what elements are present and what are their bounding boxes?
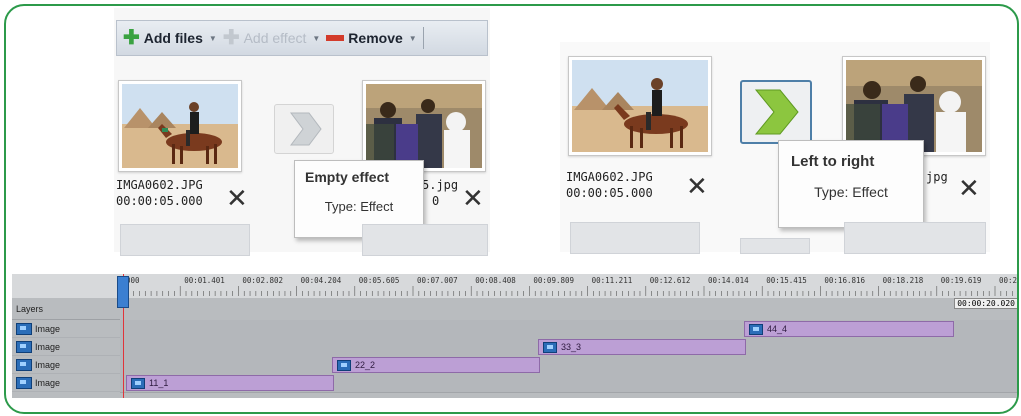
ruler-ticks: 000 00:01.401 00:02.802 00:04.204 00:05.605 0… (121, 276, 1019, 296)
image-icon (749, 323, 763, 335)
close-icon[interactable]: ✕ (226, 186, 248, 212)
file-name: IMGA0602.JPG (116, 178, 203, 192)
plus-icon: ✚ (222, 27, 240, 49)
tick-label: 00:05.605 (359, 276, 400, 285)
layer-label: Image (35, 341, 61, 352)
horse-rider-photo (122, 84, 238, 168)
figure-frame: ✚ Add files ▼ ✚ Add effect ▼ Remove ▼ IM… (4, 4, 1019, 414)
clip-label: 33_3 (561, 342, 582, 352)
photo-thumbnail[interactable] (118, 80, 242, 172)
plus-icon: ✚ (123, 27, 140, 49)
timeline-clip[interactable]: 44_4 (744, 321, 954, 337)
tick-label: 00:09.809 (533, 276, 574, 285)
close-icon[interactable]: ✕ (686, 174, 708, 200)
minus-icon (326, 35, 345, 41)
image-icon (131, 377, 145, 389)
tick-label: 00:16.816 (824, 276, 865, 285)
close-icon[interactable]: ✕ (958, 176, 980, 202)
tick-label: 00:11.211 (592, 276, 633, 285)
layers-header: Layers (12, 298, 120, 320)
layer-label: Image (35, 377, 61, 388)
layer-track[interactable]: 22_2 (120, 356, 1017, 375)
end-time-label: 00:00:20.020 (954, 298, 1017, 309)
file-duration: 00:00:05.000 (116, 194, 203, 208)
toolbar: ✚ Add files ▼ ✚ Add effect ▼ Remove ▼ (116, 20, 488, 56)
image-icon (16, 340, 32, 353)
remove-label: Remove (348, 30, 403, 46)
photo-thumbnail-2[interactable] (362, 80, 486, 172)
placeholder-slot (570, 222, 700, 254)
layer-row-header[interactable]: Image (12, 320, 120, 338)
image-icon (543, 341, 557, 353)
file-name-partial: 5.jpg (422, 178, 459, 192)
tick-label: 00:15.415 (766, 276, 807, 285)
add-files-button[interactable]: ✚ Add files ▼ (123, 27, 217, 49)
chevron-down-icon[interactable]: ▼ (312, 34, 320, 43)
tick-label: 00:19.619 (941, 276, 982, 285)
close-icon[interactable]: ✕ (462, 186, 484, 212)
layer-row-header[interactable]: Image (12, 338, 120, 356)
group-photo (366, 84, 482, 168)
right-panel: IMGA0602.JPG 00:00:05.000 ✕ jpg ✕ Left t… (560, 42, 990, 254)
layer-track[interactable]: 44_4 (120, 320, 1017, 339)
image-icon (16, 358, 32, 371)
layer-label: Image (35, 359, 61, 370)
photo-thumbnail[interactable] (568, 56, 712, 156)
effect-tooltip: Left to right Type: Effect (778, 140, 924, 228)
image-icon (337, 359, 351, 371)
clip-label: 11_1 (149, 378, 169, 388)
left-panel: ✚ Add files ▼ ✚ Add effect ▼ Remove ▼ IM… (114, 8, 490, 256)
group-photo (846, 60, 982, 152)
placeholder-slot (740, 238, 810, 254)
placeholder-slot (844, 222, 986, 254)
tick-label: 00:01.401 (184, 276, 225, 285)
effect-slot[interactable] (274, 104, 334, 154)
timeline-clip[interactable]: 33_3 (538, 339, 746, 355)
placeholder-slot (362, 224, 488, 256)
layer-row-header[interactable]: Image (12, 374, 120, 392)
chevron-right-icon (290, 112, 322, 146)
file-duration: 00:00:05.000 (566, 186, 653, 200)
tick-label: 00:12.612 (650, 276, 691, 285)
tick-label: 00:07.007 (417, 276, 458, 285)
tick-label: 00:18.218 (883, 276, 924, 285)
tick-label: 00:04.204 (301, 276, 342, 285)
tooltip-type: Type: Effect (324, 199, 394, 214)
timeline-clip[interactable]: 22_2 (332, 357, 540, 373)
tick-label: 00:14.014 (708, 276, 749, 285)
playhead-handle[interactable] (117, 276, 129, 308)
timeline-clip[interactable]: 11_1 (126, 375, 334, 391)
horse-rider-photo (572, 60, 708, 152)
layer-row-header[interactable]: Image (12, 356, 120, 374)
tooltip-title: Left to right (791, 153, 875, 170)
toolbar-divider (422, 27, 424, 49)
add-files-label: Add files (143, 30, 203, 46)
tooltip-type: Type: Effect (814, 184, 888, 200)
clip-label: 22_2 (355, 360, 376, 370)
tooltip-title: Empty effect (305, 169, 390, 185)
layers-label: Layers (16, 303, 44, 314)
time-ruler[interactable]: 000 00:01.401 00:02.802 00:04.204 00:05.605 0… (12, 274, 1019, 298)
chevron-down-icon[interactable]: ▼ (409, 34, 417, 43)
layer-track[interactable]: 11_1 (120, 374, 1017, 393)
timeline: 000 00:01.401 00:02.802 00:04.204 00:05.605 0… (12, 274, 1019, 398)
tick-label: 00:02.802 (242, 276, 283, 285)
chevron-down-icon[interactable]: ▼ (209, 34, 217, 43)
add-effect-button[interactable]: ✚ Add effect ▼ (222, 27, 320, 49)
file-duration-partial: 0 (432, 194, 440, 208)
tick-label: 00:08.408 (475, 276, 516, 285)
image-icon (16, 376, 32, 389)
layer-track[interactable]: 33_3 (120, 338, 1017, 357)
remove-button[interactable]: Remove ▼ (326, 30, 417, 46)
chevron-right-icon (754, 89, 799, 135)
tick-label: 00:21.021 (999, 276, 1019, 285)
file-name-partial: jpg (926, 170, 948, 184)
clip-label: 44_4 (767, 324, 788, 334)
add-effect-label: Add effect (243, 30, 307, 46)
image-icon (16, 322, 32, 335)
file-name: IMGA0602.JPG (566, 170, 653, 184)
placeholder-slot (120, 224, 250, 256)
layer-label: Image (35, 323, 61, 334)
effect-slot-selected[interactable] (740, 80, 812, 144)
